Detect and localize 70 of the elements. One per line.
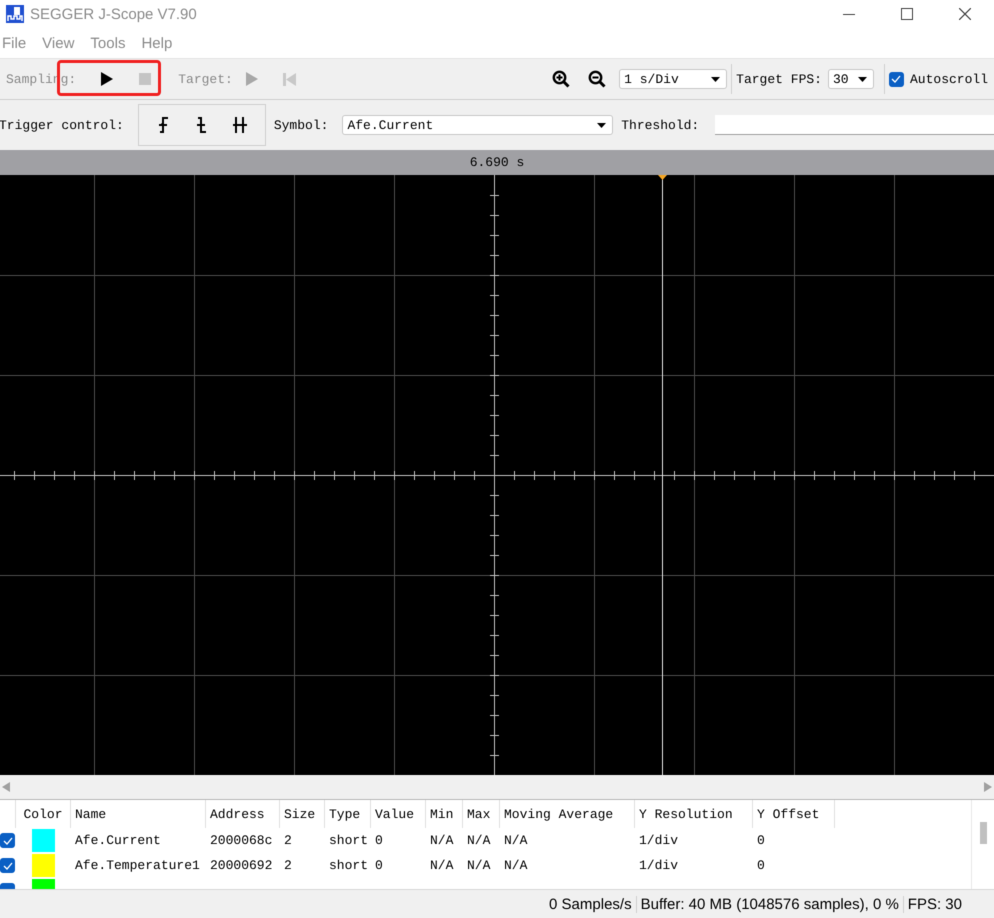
autoscroll-label: Autoscroll xyxy=(910,72,988,86)
table-cell-text: 0 xyxy=(756,857,766,875)
target-label: Target: xyxy=(178,72,233,86)
table-cell-text: N/A xyxy=(503,857,528,875)
table-cell-text: 0 xyxy=(374,857,384,875)
column-header[interactable]: Name xyxy=(71,800,206,828)
fps-dropdown[interactable]: 30 xyxy=(828,69,874,89)
time-cursor[interactable] xyxy=(657,175,667,775)
window-title: SEGGER J-Scope V7.90 xyxy=(30,6,197,22)
dropdown-arrow-icon xyxy=(858,76,867,82)
time-label: 6.690 s xyxy=(470,155,524,170)
table-cell-text: Afe.Current xyxy=(74,832,162,850)
play-icon xyxy=(246,72,258,86)
stop-icon xyxy=(139,73,152,85)
threshold-label: Threshold: xyxy=(621,118,700,132)
table-cell-text: 2 xyxy=(283,857,293,875)
target-fps-label: Target FPS: xyxy=(736,72,822,86)
table-cell-text: 2 xyxy=(283,832,293,850)
checkmark-icon xyxy=(2,862,12,870)
rising-edge-icon xyxy=(158,116,170,134)
close-icon xyxy=(959,8,971,20)
column-header[interactable]: Moving Average xyxy=(500,800,635,828)
threshold-field[interactable] xyxy=(715,115,994,135)
table-cell-text: N/A xyxy=(503,832,528,850)
maximize-icon xyxy=(901,8,913,20)
symbol-dropdown[interactable]: Afe.Current xyxy=(342,115,614,135)
table-cell-text: 2000068c xyxy=(209,832,274,850)
row-checkbox[interactable] xyxy=(0,833,15,848)
play-icon xyxy=(101,72,114,86)
table-cell-text: N/A xyxy=(429,832,454,850)
column-header[interactable]: Type xyxy=(325,800,371,828)
skip-start-icon xyxy=(283,72,296,86)
color-swatch[interactable] xyxy=(32,854,55,877)
checkmark-icon xyxy=(891,75,902,83)
table-cell-text: 0 xyxy=(374,832,384,850)
column-header[interactable]: Address xyxy=(206,800,280,828)
column-header[interactable]: Size xyxy=(280,800,325,828)
status-text: FPS: 30 xyxy=(902,896,966,912)
time-per-division-dropdown[interactable]: 1 s/Div xyxy=(619,69,728,89)
column-header[interactable]: Y Offset xyxy=(753,800,835,828)
dropdown-arrow-icon xyxy=(597,122,606,128)
table-cell-text: Afe.Temperature1 xyxy=(74,857,201,875)
column-header[interactable]: Y Resolution xyxy=(635,800,753,828)
scrollbar-thumb[interactable] xyxy=(980,822,986,844)
table-cell-text: 20000692 xyxy=(209,857,274,875)
app-logo-icon xyxy=(6,5,24,23)
status-text: 0 Samples/s xyxy=(548,896,633,912)
column-header[interactable]: Max xyxy=(463,800,500,828)
symbol-label: Symbol: xyxy=(274,118,328,132)
table-cell-text: 1/div xyxy=(638,832,680,850)
table-cell-text: short xyxy=(328,857,370,875)
table-cell-text: 1/div xyxy=(638,857,680,875)
table-cell-text: N/A xyxy=(466,857,492,875)
table-cell-text: N/A xyxy=(429,857,454,875)
dropdown-arrow-icon xyxy=(711,76,720,82)
color-swatch[interactable] xyxy=(32,829,55,852)
autoscroll-checkbox[interactable] xyxy=(888,72,904,86)
table-cell-text: N/A xyxy=(466,832,492,850)
column-header[interactable]: Value xyxy=(371,800,426,828)
both-edges-icon xyxy=(232,116,248,134)
column-header[interactable]: Color xyxy=(16,800,71,828)
row-checkbox[interactable] xyxy=(0,858,15,873)
table-cell-text: 0 xyxy=(756,832,766,850)
table-cell-text: short xyxy=(328,832,370,850)
zoom-out-icon xyxy=(588,70,606,88)
column-header[interactable]: Min xyxy=(426,800,463,828)
status-text: Buffer: 40 MB (1048576 samples), 0 % xyxy=(636,896,903,912)
falling-edge-icon xyxy=(196,116,208,134)
zoom-in-icon xyxy=(552,70,570,88)
checkmark-icon xyxy=(2,836,12,844)
